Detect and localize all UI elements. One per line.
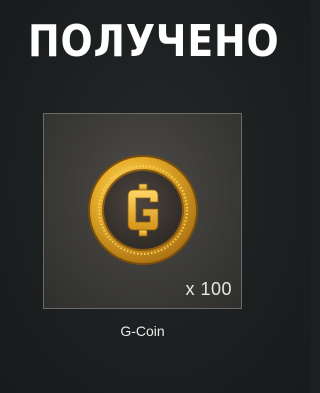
g-coin-icon <box>87 154 199 266</box>
received-title: ПОЛУЧЕНО <box>28 16 280 67</box>
reward-screen: ПОЛУЧЕНО x 100 G-Coin <box>0 0 311 393</box>
reward-item-name: G-Coin <box>120 323 165 339</box>
reward-item-card[interactable]: x 100 <box>43 113 242 309</box>
reward-quantity: x 100 <box>185 279 232 299</box>
